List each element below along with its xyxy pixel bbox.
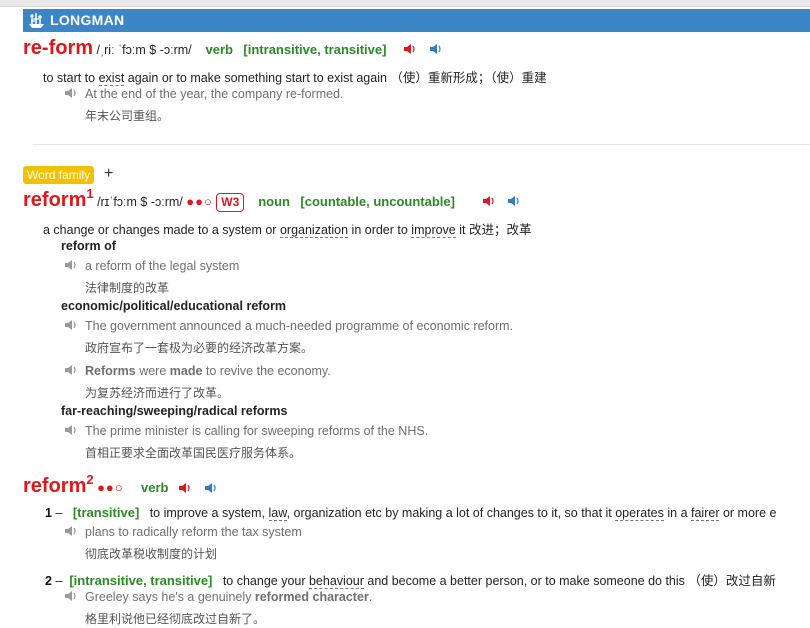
definition-link-word[interactable]: fairer [691,506,720,521]
sense-number: 2 [45,574,52,588]
example-bold: Reforms [85,364,136,378]
ship-logo-icon [29,13,44,28]
definition-text: and become a better person, or to make s… [363,574,776,588]
example-sentence: The government announced a much-needed p… [85,319,514,333]
sense-1: 1 – [transitive] to improve a system, la… [45,505,777,521]
example-sentence: Greeley says he's a genuinely reformed c… [85,590,372,604]
longman-header-bar: LONGMAN [23,9,810,32]
homograph-number: 2 [86,472,94,487]
definition-text: it 改进；改革 [455,223,532,237]
example-text: . [368,590,373,604]
definition-text: to start to [43,71,99,85]
definition-link-word[interactable]: operates [615,506,664,521]
speaker-gray-icon[interactable] [64,525,78,537]
grammar-label: [intransitive, transitive] [243,42,387,57]
example-translation: 政府宣布了一套极为必要的经济改革方案。 [85,341,314,355]
speaker-gray-icon[interactable] [64,259,78,271]
sense-2: 2 – [intransitive, transitive] to change… [45,570,776,589]
frequency-dots: ●●○ [186,194,213,209]
frequency-dots: ●●○ [97,480,124,495]
definition-text: to improve a system, [149,506,269,520]
headword: re-form [23,37,94,59]
definition-text: again or to make something start to exis… [124,71,547,85]
sense-number: 1 [45,506,52,520]
expand-plus-icon[interactable]: + [104,165,113,183]
example-sentence: Reforms were made to revive the economy. [85,364,331,378]
speaker-gray-icon[interactable] [64,424,78,436]
part-of-speech: verb [205,42,233,57]
window-top-strip [0,0,810,7]
speaker-red-icon[interactable] [178,482,192,494]
example-text: to revive the economy. [202,364,331,378]
frequency-badge: W3 [216,193,245,212]
speaker-blue-icon[interactable] [507,195,521,207]
collocation-heading: far-reaching/sweeping/radical reforms [61,404,288,418]
speaker-blue-icon[interactable] [204,482,218,494]
speaker-gray-icon[interactable] [64,319,78,331]
speaker-gray-icon[interactable] [64,87,78,99]
example-text: Greeley says he's a genuinely [85,590,255,604]
definition-text: a change or changes made to a system or [43,223,280,237]
example-translation: 首相正要求全面改革国民医疗服务体系。 [85,446,302,460]
example-translation: 法律制度的改革 [85,281,170,295]
example-translation: 为复苏经济而进行了改革。 [85,386,230,400]
speaker-red-icon[interactable] [403,43,417,55]
entry-reform-verb-header: re-form /ˌriː ˈfɔːm $ -ɔːrm/ verb [intra… [23,37,386,60]
headword: reform [23,475,87,497]
grammar-label: [transitive] [72,505,140,520]
definition: a change or changes made to a system or … [43,219,531,238]
speaker-red-icon[interactable] [482,195,496,207]
sense-dash: – [55,574,63,588]
example-translation: 格里利说他已经彻底改过自新了。 [85,612,266,626]
speaker-gray-icon[interactable] [64,590,78,602]
pronunciation: /rɪˈfɔːm $ -ɔːrm/ [97,195,183,209]
definition-link-word[interactable]: exist [98,71,125,86]
grammar-label: [intransitive, transitive] [69,573,213,588]
example-text: were [135,364,170,378]
entry-divider [33,144,810,145]
entry-reform-noun-header: reform1 /rɪˈfɔːm $ -ɔːrm/ ●●○ W3 noun [c… [23,186,455,212]
homograph-number: 1 [86,186,94,201]
part-of-speech: noun [258,194,290,209]
part-of-speech: verb [141,480,169,495]
pronunciation: /ˌriː ˈfɔːm $ -ɔːrm/ [96,43,192,57]
example-translation: 年末公司重组。 [85,109,170,123]
brand-name: LONGMAN [50,12,125,28]
example-sentence: The prime minister is calling for sweepi… [85,424,429,438]
definition-text: to change your [222,574,309,588]
definition-text: or more e [719,506,777,520]
definition-link-word[interactable]: behaviour [308,574,364,589]
sense-dash: – [55,506,63,520]
definition-link-word[interactable]: law [268,506,287,521]
grammar-label: [countable, uncountable] [300,194,455,209]
collocation-heading: economic/political/educational reform [61,299,287,313]
definition-link-word[interactable]: improve [411,223,456,238]
definition-link-word[interactable]: organization [279,223,349,238]
speaker-blue-icon[interactable] [429,43,443,55]
definition-text: in order to [348,223,412,237]
example-sentence: a reform of the legal system [85,259,240,273]
example-bold: reformed character [254,590,369,604]
definition: to start to exist again or to make somet… [43,67,547,86]
example-sentence: plans to radically reform the tax system [85,525,302,539]
headword: reform [23,189,87,211]
entry-reform-verb2-header: reform2 ●●○ verb [23,472,169,498]
collocation-heading: reform of [61,239,116,253]
example-translation: 彻底改革税收制度的计划 [85,547,218,561]
word-family-badge[interactable]: Word family [23,166,95,184]
example-sentence: At the end of the year, the company re-f… [85,87,344,101]
definition-text: , organization etc by making a lot of ch… [286,506,616,520]
speaker-gray-icon[interactable] [64,364,78,376]
example-bold: made [169,364,203,378]
definition-text: in a [663,506,691,520]
